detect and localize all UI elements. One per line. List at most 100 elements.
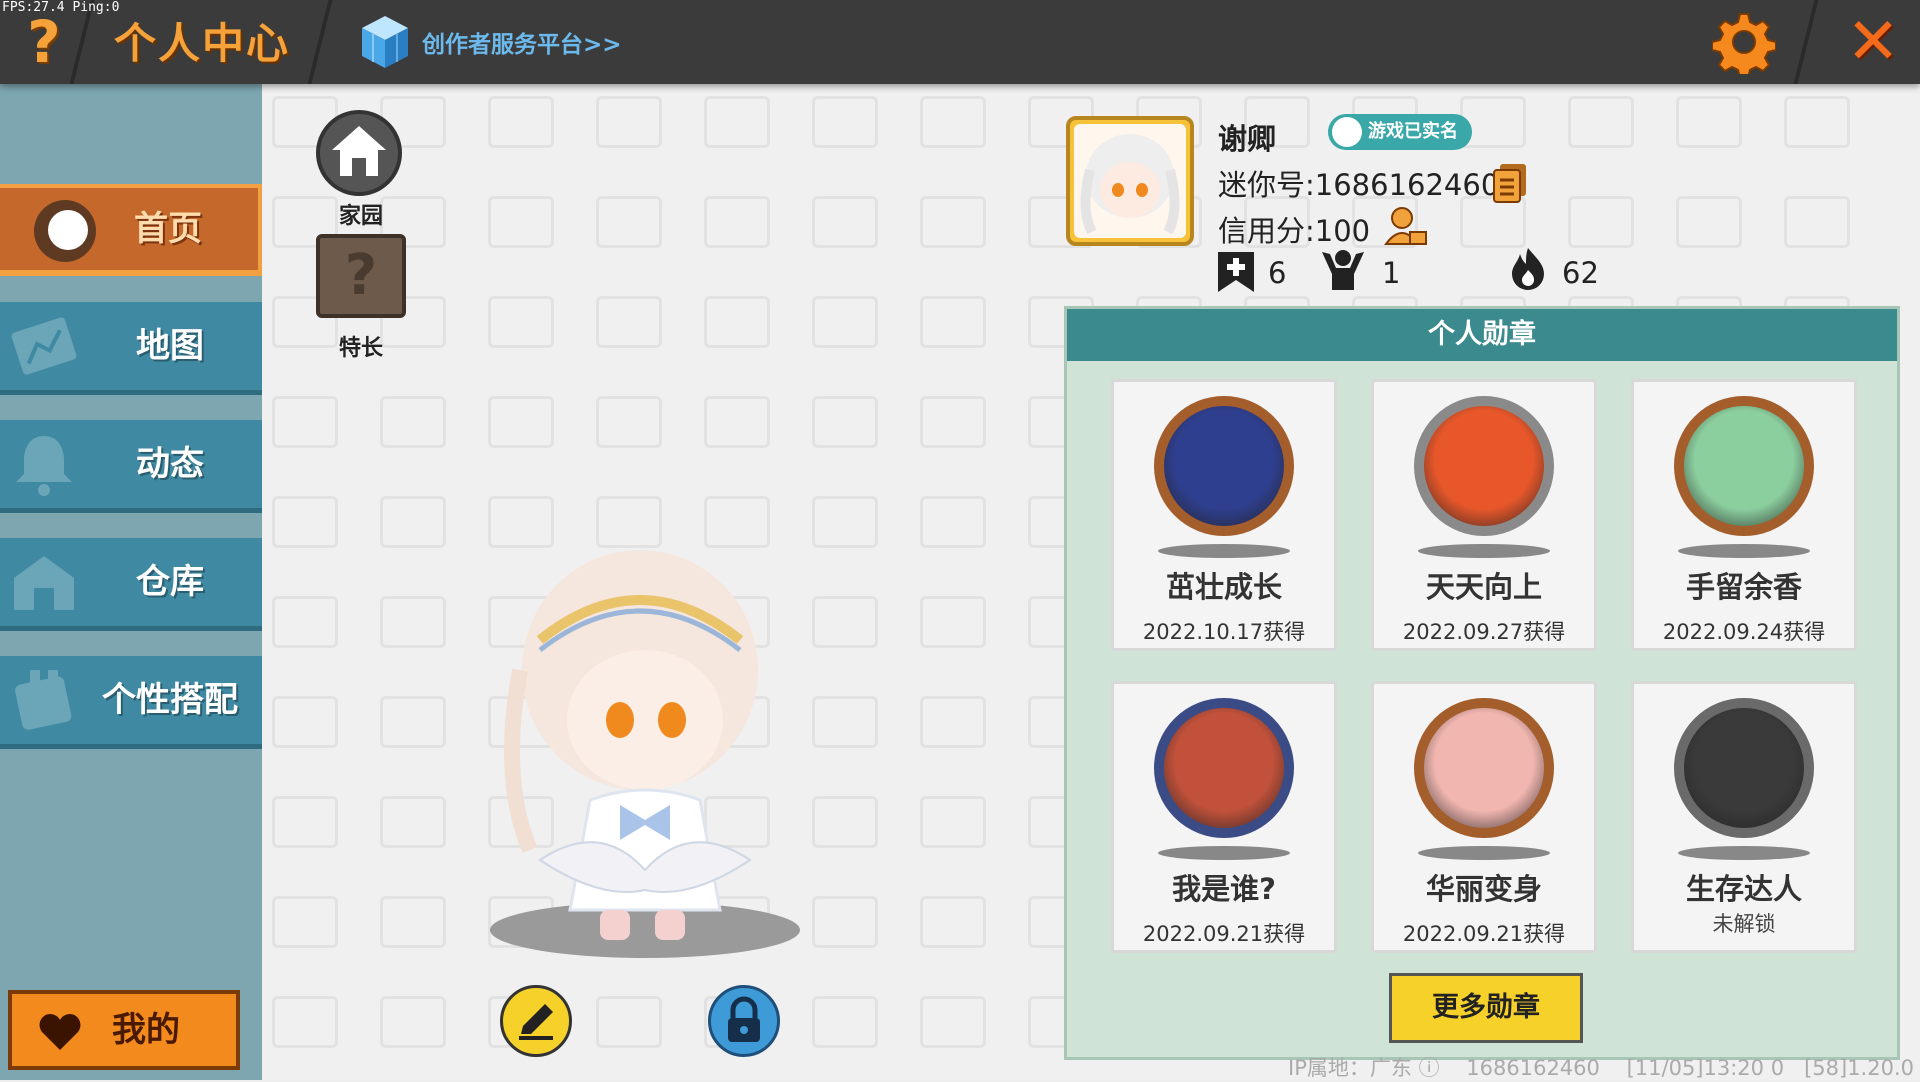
pattern-tile <box>1676 96 1742 148</box>
flame-icon <box>1512 248 1544 290</box>
pattern-tile <box>704 96 770 148</box>
pattern-tile <box>380 396 446 448</box>
pattern-tile <box>812 296 878 348</box>
medal-badge-icon <box>1414 396 1554 536</box>
medal-card[interactable]: 天天向上 2022.09.27获得 <box>1371 379 1597 651</box>
pattern-tile <box>380 896 446 948</box>
medal-card[interactable]: 手留余香 2022.09.24获得 <box>1631 379 1857 651</box>
edit-button[interactable] <box>500 985 572 1057</box>
profile-avatar[interactable] <box>1066 116 1194 246</box>
pattern-tile <box>812 796 878 848</box>
pattern-tile <box>1568 96 1634 148</box>
pencil-icon <box>519 1004 553 1040</box>
map-icon <box>11 317 77 375</box>
homeland-label: 家园 <box>338 204 383 229</box>
pattern-tile <box>920 196 986 248</box>
follow-icon <box>1218 252 1254 292</box>
pattern-tile <box>704 196 770 248</box>
sidebar-item-label: 地图 <box>136 326 204 366</box>
pattern-tile <box>812 396 878 448</box>
pattern-tile <box>920 896 986 948</box>
realname-badge-label: 游戏已实名 <box>1368 121 1458 142</box>
copy-icon[interactable] <box>1490 162 1530 204</box>
lock-icon <box>728 996 760 1042</box>
pattern-tile <box>920 696 986 748</box>
pattern-tile <box>380 596 446 648</box>
close-button[interactable]: ✕ <box>1838 8 1908 76</box>
mine-button[interactable]: 我的 <box>8 990 240 1070</box>
pattern-tile <box>488 296 554 348</box>
player-avatar-model[interactable] <box>480 520 810 990</box>
sidebar-item-warehouse[interactable]: 仓库 <box>0 538 262 631</box>
medal-date: 2022.09.21获得 <box>1402 922 1566 946</box>
footer-id: 1686162460 <box>1466 1056 1600 1080</box>
pattern-tile <box>1676 196 1742 248</box>
fps-indicator: FPS:27.4 Ping:0 <box>2 0 120 15</box>
medal-card[interactable]: 华丽变身 2022.09.21获得 <box>1371 681 1597 953</box>
pattern-tile <box>920 496 986 548</box>
sidebar-item-label: 首页 <box>134 209 202 249</box>
medal-shadow <box>1678 846 1810 860</box>
medal-name: 华丽变身 <box>1425 872 1542 906</box>
medal-badge-icon <box>1154 698 1294 838</box>
medal-shadow <box>1678 544 1810 558</box>
player-name: 谢卿 <box>1218 122 1277 156</box>
pattern-tile <box>488 396 554 448</box>
sidebar-item-feed[interactable]: 动态 <box>0 420 262 513</box>
pattern-tile <box>812 196 878 248</box>
pattern-tile <box>272 796 338 848</box>
skill-button[interactable]: ? <box>316 234 406 318</box>
pattern-tile <box>920 996 986 1048</box>
sidebar-item-outfit[interactable]: 个性搭配 <box>0 656 262 749</box>
medal-card[interactable]: 茁壮成长 2022.10.17获得 <box>1111 379 1337 651</box>
pattern-tile <box>812 596 878 648</box>
footer-info: IP属地：广东 ⓘ 1686162460 [11/05]13:20 0 [58]… <box>1288 1052 1914 1082</box>
pattern-tile <box>272 896 338 948</box>
skill-label: 特长 <box>338 336 383 361</box>
outfit-icon <box>15 670 72 730</box>
pattern-tile <box>812 96 878 148</box>
medal-locked-status: 未解锁 <box>1712 912 1776 936</box>
warehouse-icon <box>14 556 74 610</box>
bell-icon <box>16 436 72 496</box>
mini-id: 迷你号:1686162460 <box>1218 168 1500 202</box>
pattern-tile <box>596 996 662 1048</box>
pattern-tile <box>1784 196 1850 248</box>
pattern-tile <box>380 696 446 748</box>
gear-icon[interactable] <box>1712 10 1776 74</box>
medal-card[interactable]: 我是谁? 2022.09.21获得 <box>1111 681 1337 953</box>
fans-count: 1 <box>1382 256 1401 290</box>
avatar-portrait <box>1074 124 1186 238</box>
info-icon[interactable]: ⓘ <box>1419 1056 1440 1080</box>
medal-shadow <box>1158 544 1290 558</box>
sidebar-item-home[interactable]: 首页 <box>0 184 262 276</box>
pattern-tile <box>920 596 986 648</box>
sidebar-item-label: 仓库 <box>136 562 204 602</box>
sidebar-item-map[interactable]: 地图 <box>0 302 262 395</box>
pattern-tile <box>1568 196 1634 248</box>
cube-icon <box>362 16 408 68</box>
pattern-tile <box>488 196 554 248</box>
popularity-count: 62 <box>1562 256 1599 290</box>
pattern-tile <box>704 296 770 348</box>
medal-card[interactable]: 生存达人 未解锁 <box>1631 681 1857 953</box>
mine-button-label: 我的 <box>112 1010 180 1050</box>
creator-platform-link[interactable]: 创作者服务平台>> <box>360 12 622 72</box>
homeland-button[interactable] <box>316 110 402 196</box>
medal-name: 生存达人 <box>1685 872 1802 906</box>
pattern-tile <box>596 96 662 148</box>
medal-name: 我是谁? <box>1172 872 1276 906</box>
sidebar: 首页 地图 动态 仓库 个性搭配 <box>0 84 262 1080</box>
medal-name: 茁壮成长 <box>1165 570 1282 604</box>
lock-button[interactable] <box>708 985 780 1057</box>
medal-badge-icon <box>1414 698 1554 838</box>
pattern-tile <box>380 796 446 848</box>
medal-date: 2022.09.24获得 <box>1662 620 1826 644</box>
help-button[interactable]: ? <box>12 8 76 76</box>
pattern-tile <box>812 696 878 748</box>
more-medals-button[interactable]: 更多勋章 <box>1389 973 1583 1043</box>
medal-date: 2022.10.17获得 <box>1142 620 1306 644</box>
credit-user-icon[interactable] <box>1384 204 1428 248</box>
verified-user-icon <box>1332 117 1362 147</box>
footer-version: [58]1.20.0 <box>1804 1056 1914 1080</box>
